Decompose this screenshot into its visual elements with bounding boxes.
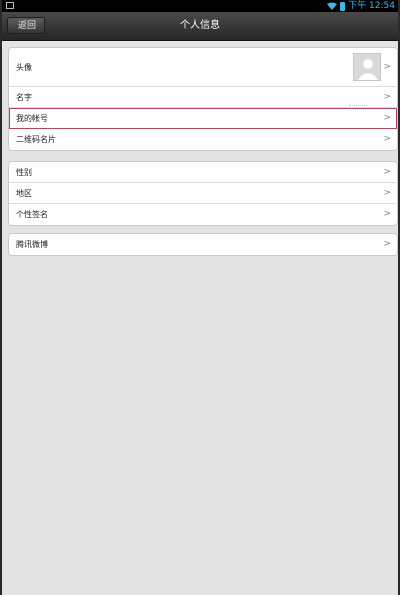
row-label: 名字 xyxy=(16,93,32,102)
battery-icon xyxy=(340,1,346,11)
chevron-right-icon: > xyxy=(383,239,391,249)
profile-group-details: 性别 > 地区 > 个性签名 > xyxy=(8,161,398,226)
chevron-right-icon: > xyxy=(383,134,391,144)
chevron-right-icon: > xyxy=(383,113,391,123)
chevron-right-icon: > xyxy=(383,209,391,219)
chevron-right-icon: > xyxy=(383,92,391,102)
chevron-right-icon: > xyxy=(383,62,391,72)
profile-group-basic: 头像 > 名字 > 我的帐号 > 二维码名片 > xyxy=(8,47,398,151)
row-qr-card[interactable]: 二维码名片 > xyxy=(9,129,397,150)
picture-notification-icon xyxy=(6,2,14,9)
status-time: 下午 12:54 xyxy=(348,1,395,11)
chevron-right-icon: > xyxy=(383,167,391,177)
row-label: 我的帐号 xyxy=(16,114,48,123)
value-placeholder xyxy=(349,105,367,106)
row-tencent-weibo[interactable]: 腾讯微博 > xyxy=(9,234,397,255)
row-gender[interactable]: 性别 > xyxy=(9,162,397,183)
row-signature[interactable]: 个性签名 > xyxy=(9,204,397,225)
status-right: 下午 12:54 xyxy=(327,0,395,12)
page-title: 个人信息 xyxy=(180,20,220,31)
app-frame: 下午 12:54 返回 个人信息 头像 > 名字 > 我的帐号 > 二维码名片 … xyxy=(0,0,400,595)
row-label: 性别 xyxy=(16,168,32,177)
row-avatar[interactable]: 头像 > xyxy=(9,48,397,87)
row-name[interactable]: 名字 > xyxy=(9,87,397,108)
chevron-right-icon: > xyxy=(383,188,391,198)
wifi-icon xyxy=(327,2,338,10)
row-label: 腾讯微博 xyxy=(16,240,48,249)
row-label: 地区 xyxy=(16,189,32,198)
title-bar: 返回 个人信息 xyxy=(2,12,398,41)
row-my-account[interactable]: 我的帐号 > xyxy=(9,108,397,129)
row-region[interactable]: 地区 > xyxy=(9,183,397,204)
row-label: 头像 xyxy=(16,63,32,72)
status-bar: 下午 12:54 xyxy=(2,0,398,12)
avatar xyxy=(353,53,381,81)
default-avatar-icon xyxy=(354,54,380,80)
profile-group-weibo: 腾讯微博 > xyxy=(8,233,398,256)
row-label: 二维码名片 xyxy=(16,135,56,144)
row-label: 个性签名 xyxy=(16,210,48,219)
